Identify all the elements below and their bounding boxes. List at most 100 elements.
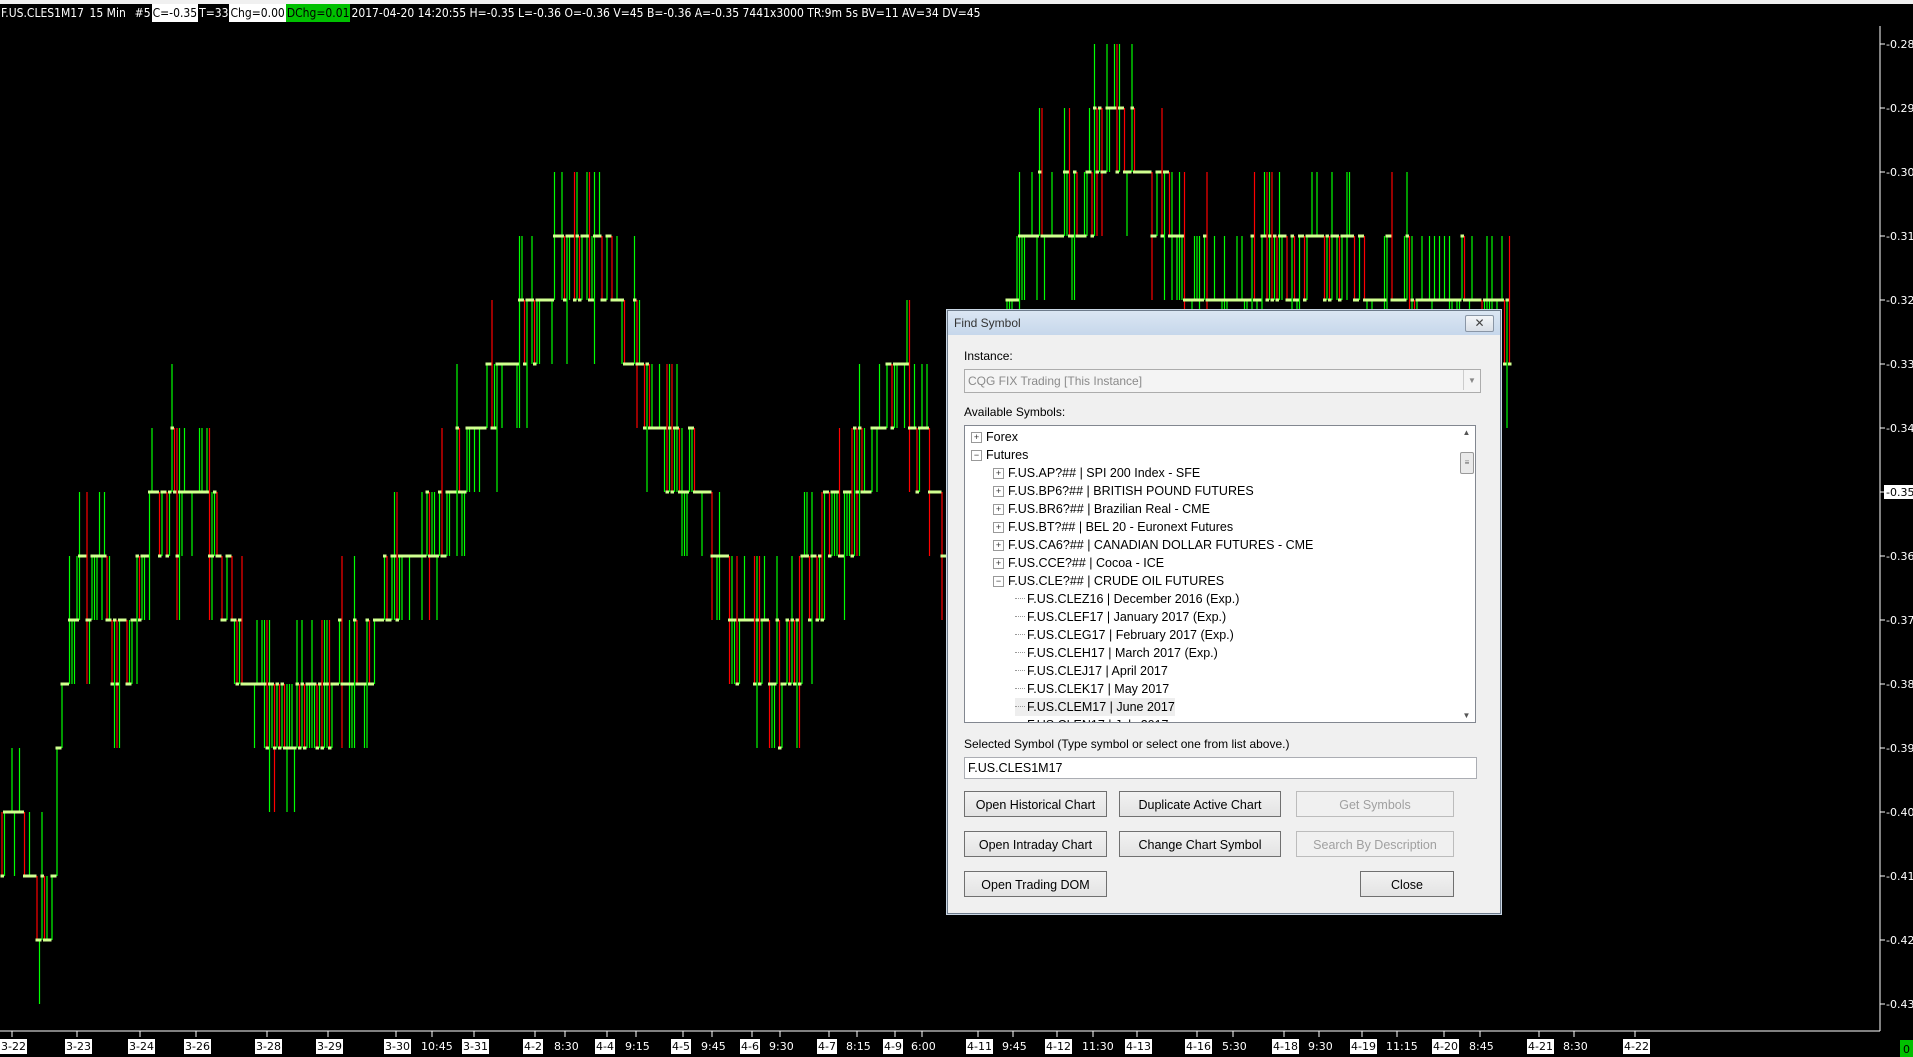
y-tick-label: -0.32 <box>1886 294 1913 307</box>
close-tick <box>328 746 332 750</box>
tree-item[interactable]: + F.US.BR6?## | Brazilian Real - CME <box>993 500 1210 518</box>
close-tick <box>765 618 769 622</box>
x-tick-label: 3-29 <box>316 1039 343 1054</box>
tree-item[interactable]: + F.US.AP?## | SPI 200 Index - SFE <box>993 464 1200 482</box>
close-tick <box>388 618 392 622</box>
x-tick-label: 4-2 <box>523 1039 543 1054</box>
close-tick <box>1128 170 1132 174</box>
search-by-description-button[interactable]: Search By Description <box>1296 831 1454 857</box>
scrollbar-thumb[interactable]: ≡ <box>1460 452 1474 474</box>
close-tick <box>1410 298 1414 302</box>
tree-item-label: F.US.CLEH17 | March 2017 (Exp.) <box>1027 646 1218 660</box>
close-tick <box>815 618 819 622</box>
close-icon[interactable]: ✕ <box>1465 315 1494 332</box>
close-tick <box>1160 234 1164 238</box>
collapse-icon[interactable]: − <box>993 576 1004 587</box>
close-tick <box>350 682 354 686</box>
close-tick <box>520 298 524 302</box>
tree-item-label: F.US.CLEF17 | January 2017 (Exp.) <box>1027 610 1227 624</box>
close-tick <box>840 554 844 558</box>
tree-item[interactable]: + F.US.CCE?## | Cocoa - ICE <box>993 554 1164 572</box>
tree-item[interactable]: F.US.CLEN17 | July 2017 <box>1015 716 1169 722</box>
close-tick <box>818 554 822 558</box>
close-button[interactable]: Close <box>1360 871 1454 897</box>
tree-item-label: F.US.BR6?## | Brazilian Real - CME <box>1008 502 1210 516</box>
expand-icon[interactable]: + <box>993 504 1004 515</box>
tree-item[interactable]: F.US.CLEJ17 | April 2017 <box>1015 662 1168 680</box>
expand-icon[interactable]: + <box>993 540 1004 551</box>
close-tick <box>320 746 324 750</box>
header-chg: Chg=0.00 <box>229 4 286 22</box>
open-historical-chart-button[interactable]: Open Historical Chart <box>964 791 1107 817</box>
x-tick-label: 9:15 <box>625 1040 650 1053</box>
close-tick <box>1270 298 1274 302</box>
collapse-icon[interactable]: − <box>971 450 982 461</box>
tree-item[interactable]: F.US.CLEF17 | January 2017 (Exp.) <box>1015 608 1226 626</box>
open-intraday-chart-button[interactable]: Open Intraday Chart <box>964 831 1107 857</box>
close-tick <box>578 298 582 302</box>
close-tick <box>265 746 269 750</box>
get-symbols-button[interactable]: Get Symbols <box>1296 791 1454 817</box>
close-tick <box>1065 170 1069 174</box>
tree-scrollbar[interactable]: ▲ ≡ ▼ <box>1458 426 1475 722</box>
chevron-down-icon[interactable]: ▼ <box>1463 370 1480 390</box>
x-tick-label: 4-9 <box>883 1039 903 1054</box>
close-tick <box>158 554 162 558</box>
header-interval: 15 Min <box>89 6 126 20</box>
close-tick <box>1060 234 1064 238</box>
tree-item[interactable]: + F.US.BT?## | BEL 20 - Euronext Futures <box>993 518 1233 536</box>
close-tick <box>1093 106 1097 110</box>
tree-item[interactable]: F.US.CLEH17 | March 2017 (Exp.) <box>1015 644 1218 662</box>
expand-icon[interactable]: + <box>993 486 1004 497</box>
close-tick <box>1200 298 1204 302</box>
expand-icon[interactable]: + <box>993 522 1004 533</box>
close-tick <box>58 746 62 750</box>
tree-item[interactable]: + F.US.BP6?## | BRITISH POUND FUTURES <box>993 482 1254 500</box>
x-tick-label: 4-5 <box>671 1039 691 1054</box>
open-trading-dom-button[interactable]: Open Trading DOM <box>964 871 1107 897</box>
close-tick <box>383 554 387 558</box>
close-tick <box>123 618 127 622</box>
x-tick-label: 8:45 <box>1469 1040 1494 1053</box>
tree-item[interactable]: F.US.CLEG17 | February 2017 (Exp.) <box>1015 626 1234 644</box>
close-tick <box>563 298 567 302</box>
close-tick <box>393 554 397 558</box>
expand-icon[interactable]: + <box>971 432 982 443</box>
duplicate-active-chart-button[interactable]: Duplicate Active Chart <box>1119 791 1281 817</box>
close-tick <box>353 618 357 622</box>
expand-icon[interactable]: + <box>993 468 1004 479</box>
tree-item[interactable]: − F.US.CLE?## | CRUDE OIL FUTURES <box>993 572 1224 590</box>
close-tick <box>1503 362 1507 366</box>
scroll-up-icon[interactable]: ▲ <box>1458 428 1475 437</box>
close-tick <box>735 682 739 686</box>
close-tick <box>163 490 167 494</box>
x-tick-label: 4-16 <box>1185 1039 1212 1054</box>
scroll-down-icon[interactable]: ▼ <box>1458 711 1475 720</box>
instance-select[interactable]: CQG FIX Trading [This Instance] ▼ <box>964 369 1481 393</box>
x-tick-label: 6:00 <box>911 1040 936 1053</box>
y-tick-label: -0.40 <box>1886 806 1913 819</box>
close-tick <box>523 362 527 366</box>
symbol-tree[interactable]: ▲ ≡ ▼ + Forex − Futures + F.US.AP?## | SPI 20… <box>964 425 1476 723</box>
x-tick-label: 3-31 <box>462 1039 489 1054</box>
close-tick <box>38 938 42 942</box>
close-tick <box>645 362 649 366</box>
close-tick <box>793 682 797 686</box>
selected-symbol-input[interactable]: F.US.CLES1M17 <box>964 757 1477 779</box>
find-symbol-dialog: Find Symbol ✕ Instance: CQG FIX Trading … <box>947 310 1501 914</box>
tree-item[interactable]: + F.US.CA6?## | CANADIAN DOLLAR FUTURES -… <box>993 536 1313 554</box>
x-tick-label: 11:15 <box>1386 1040 1418 1053</box>
x-tick-label: 4-21 <box>1527 1039 1554 1054</box>
tree-item[interactable]: F.US.CLEZ16 | December 2016 (Exp.) <box>1015 590 1239 608</box>
tree-item-label: F.US.BT?## | BEL 20 - Euronext Futures <box>1008 520 1234 534</box>
tree-item[interactable]: F.US.CLEK17 | May 2017 <box>1015 680 1169 698</box>
close-tick <box>155 490 159 494</box>
tree-item[interactable]: + Forex <box>971 428 1018 446</box>
tree-item[interactable]: F.US.CLEM17 | June 2017 <box>1015 698 1175 716</box>
tree-item[interactable]: − Futures <box>971 446 1028 464</box>
change-chart-symbol-button[interactable]: Change Chart Symbol <box>1119 831 1281 857</box>
close-tick <box>633 298 637 302</box>
expand-icon[interactable]: + <box>993 558 1004 569</box>
close-tick <box>303 746 307 750</box>
close-tick <box>108 618 112 622</box>
